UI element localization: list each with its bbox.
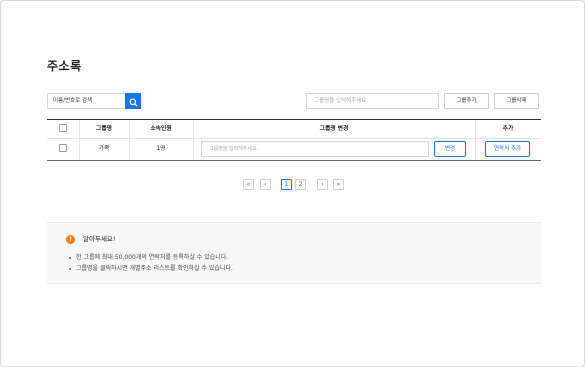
group-name-link[interactable]: 가족	[79, 139, 129, 159]
rename-button[interactable]: 변경	[434, 141, 466, 157]
alert-icon: !	[66, 235, 75, 244]
last-page-button[interactable]: »	[333, 179, 344, 190]
row-checkbox[interactable]	[59, 144, 67, 152]
bullet-icon	[69, 267, 71, 270]
first-page-button[interactable]: «	[243, 179, 254, 190]
notice-item-text: 그룹명을 클릭하시면 개별주소 리스트를 확인하실 수 있습니다.	[76, 265, 233, 272]
search-icon	[128, 92, 138, 111]
notice-title: 알아두세요!	[83, 235, 116, 243]
header-members: 소속인원	[150, 126, 172, 132]
notice-box: ! 알아두세요! 한 그룹에 최대 50,000개의 연락처를 등록하실 수 있…	[47, 222, 541, 284]
bullet-icon	[69, 256, 71, 259]
page-title: 주소록	[47, 59, 82, 73]
notice-item: 그룹명을 클릭하시면 개별주소 리스트를 확인하실 수 있습니다.	[69, 264, 233, 273]
prev-page-button[interactable]: ‹	[260, 179, 271, 190]
search-button[interactable]	[125, 93, 141, 109]
add-group-button[interactable]: 그룹추가	[444, 93, 489, 109]
column-divider	[475, 120, 476, 160]
header-rename: 그룹명 변경	[319, 126, 349, 132]
group-name-input[interactable]: 그룹명을 입력해주세요.	[306, 93, 439, 109]
notice-item-text: 한 그룹에 최대 50,000개의 연락처를 등록하실 수 있습니다.	[76, 254, 229, 261]
page-2-button[interactable]: 2	[295, 179, 306, 190]
table-bottom-border	[47, 160, 541, 161]
add-contact-button[interactable]: 연락처 추가	[485, 141, 530, 157]
header-group-name: 그룹명	[96, 126, 112, 132]
header-add: 추가	[502, 126, 514, 132]
member-count: 1명	[156, 146, 166, 152]
rename-input[interactable]: 그룹명을 입력해주세요.	[201, 141, 429, 157]
notice-item: 한 그룹에 최대 50,000개의 연락처를 등록하실 수 있습니다.	[69, 253, 228, 262]
page-1-button[interactable]: 1	[281, 179, 292, 190]
delete-group-button[interactable]: 그룹삭제	[494, 93, 539, 109]
column-divider	[193, 120, 194, 160]
select-all-checkbox[interactable]	[59, 124, 67, 132]
app-frame: 주소록 이름/번호로 검색 그룹명을 입력해주세요. 그룹추가 그룹삭제 그룹명…	[0, 0, 585, 367]
next-page-button[interactable]: ›	[317, 179, 328, 190]
search-input[interactable]: 이름/번호로 검색	[47, 93, 125, 109]
